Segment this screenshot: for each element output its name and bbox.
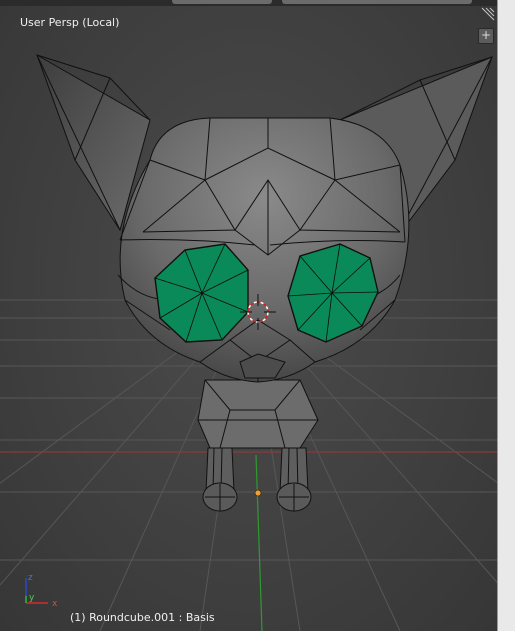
3d-viewport[interactable]: User Persp (Local) (1) Roundcube.001 : B…: [0, 0, 497, 631]
area-split-corner-icon[interactable]: [478, 6, 496, 24]
head-mesh[interactable]: [117, 117, 410, 383]
scene-render[interactable]: [0, 0, 497, 631]
properties-toggle-button[interactable]: +: [478, 28, 494, 44]
y-axis-letter: y: [29, 593, 35, 603]
object-origin-icon[interactable]: [254, 489, 262, 497]
right-panel-edge: [497, 0, 515, 631]
z-axis-letter: z: [28, 573, 33, 583]
object-info-label: (1) Roundcube.001 : Basis: [70, 611, 215, 624]
axis-gizmo: z y x: [25, 573, 58, 609]
x-axis-letter: x: [52, 599, 58, 609]
y-axis-line: [255, 454, 263, 631]
view-mode-label: User Persp (Local): [20, 16, 120, 29]
